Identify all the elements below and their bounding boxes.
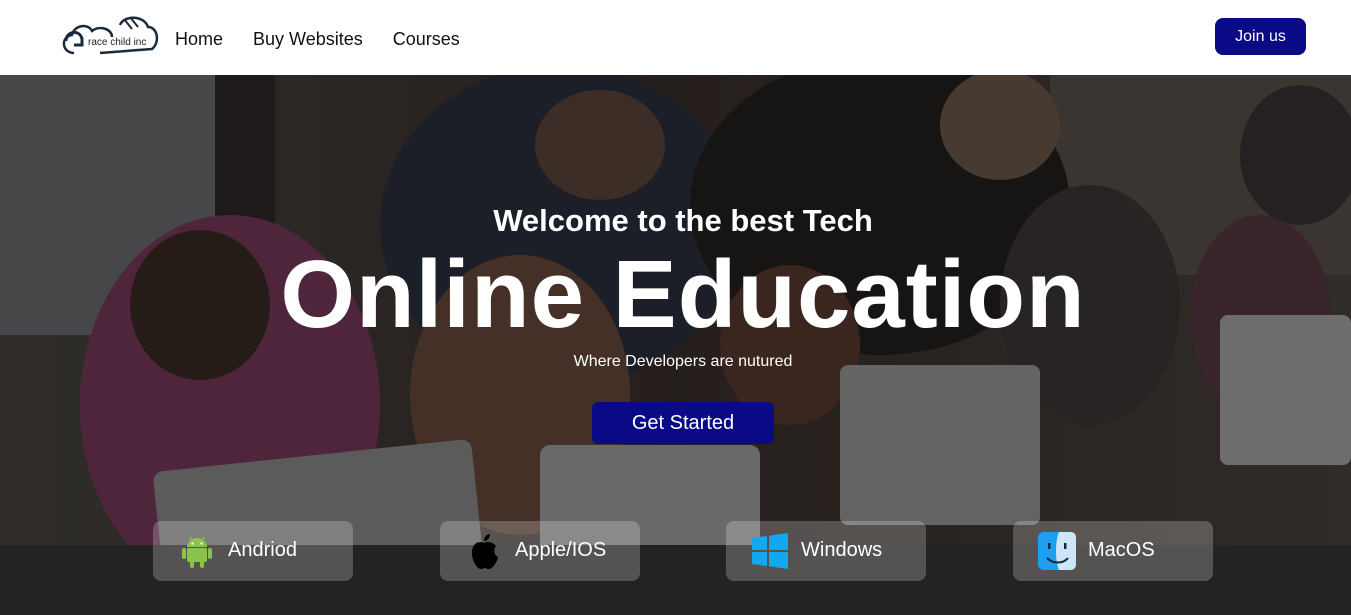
android-icon bbox=[182, 536, 212, 568]
platform-windows[interactable]: Windows bbox=[726, 521, 926, 581]
nav-home[interactable]: Home bbox=[175, 29, 223, 50]
platform-label: Apple/IOS bbox=[515, 539, 607, 561]
windows-icon bbox=[752, 533, 788, 569]
platform-android[interactable]: Andriod bbox=[153, 521, 353, 581]
join-us-button[interactable]: Join us bbox=[1215, 18, 1306, 55]
hero-section: Welcome to the best Tech Online Educatio… bbox=[0, 75, 1351, 615]
main-nav: Home Buy Websites Courses bbox=[175, 29, 460, 50]
platform-macos[interactable]: MacOS bbox=[1013, 521, 1213, 581]
brand-logo[interactable]: race child inc bbox=[60, 15, 160, 57]
cloud-logo-icon bbox=[62, 16, 159, 55]
get-started-button[interactable]: Get Started bbox=[592, 402, 774, 444]
macos-finder-icon bbox=[1038, 532, 1076, 570]
hero-kicker: Welcome to the best Tech bbox=[493, 203, 873, 238]
hero-title: Online Education bbox=[280, 241, 1086, 348]
platform-label: MacOS bbox=[1088, 539, 1155, 561]
brand-name: race child inc bbox=[88, 37, 147, 48]
nav-courses[interactable]: Courses bbox=[393, 29, 460, 50]
apple-icon bbox=[472, 534, 498, 569]
hero-subtitle: Where Developers are nutured bbox=[573, 353, 793, 370]
platform-apple-ios[interactable]: Apple/IOS bbox=[440, 521, 640, 581]
platform-label: Windows bbox=[801, 539, 883, 561]
navbar: race child inc Home Buy Websites Courses… bbox=[0, 0, 1351, 75]
platform-label: Andriod bbox=[228, 539, 297, 561]
nav-buy-websites[interactable]: Buy Websites bbox=[253, 29, 363, 50]
